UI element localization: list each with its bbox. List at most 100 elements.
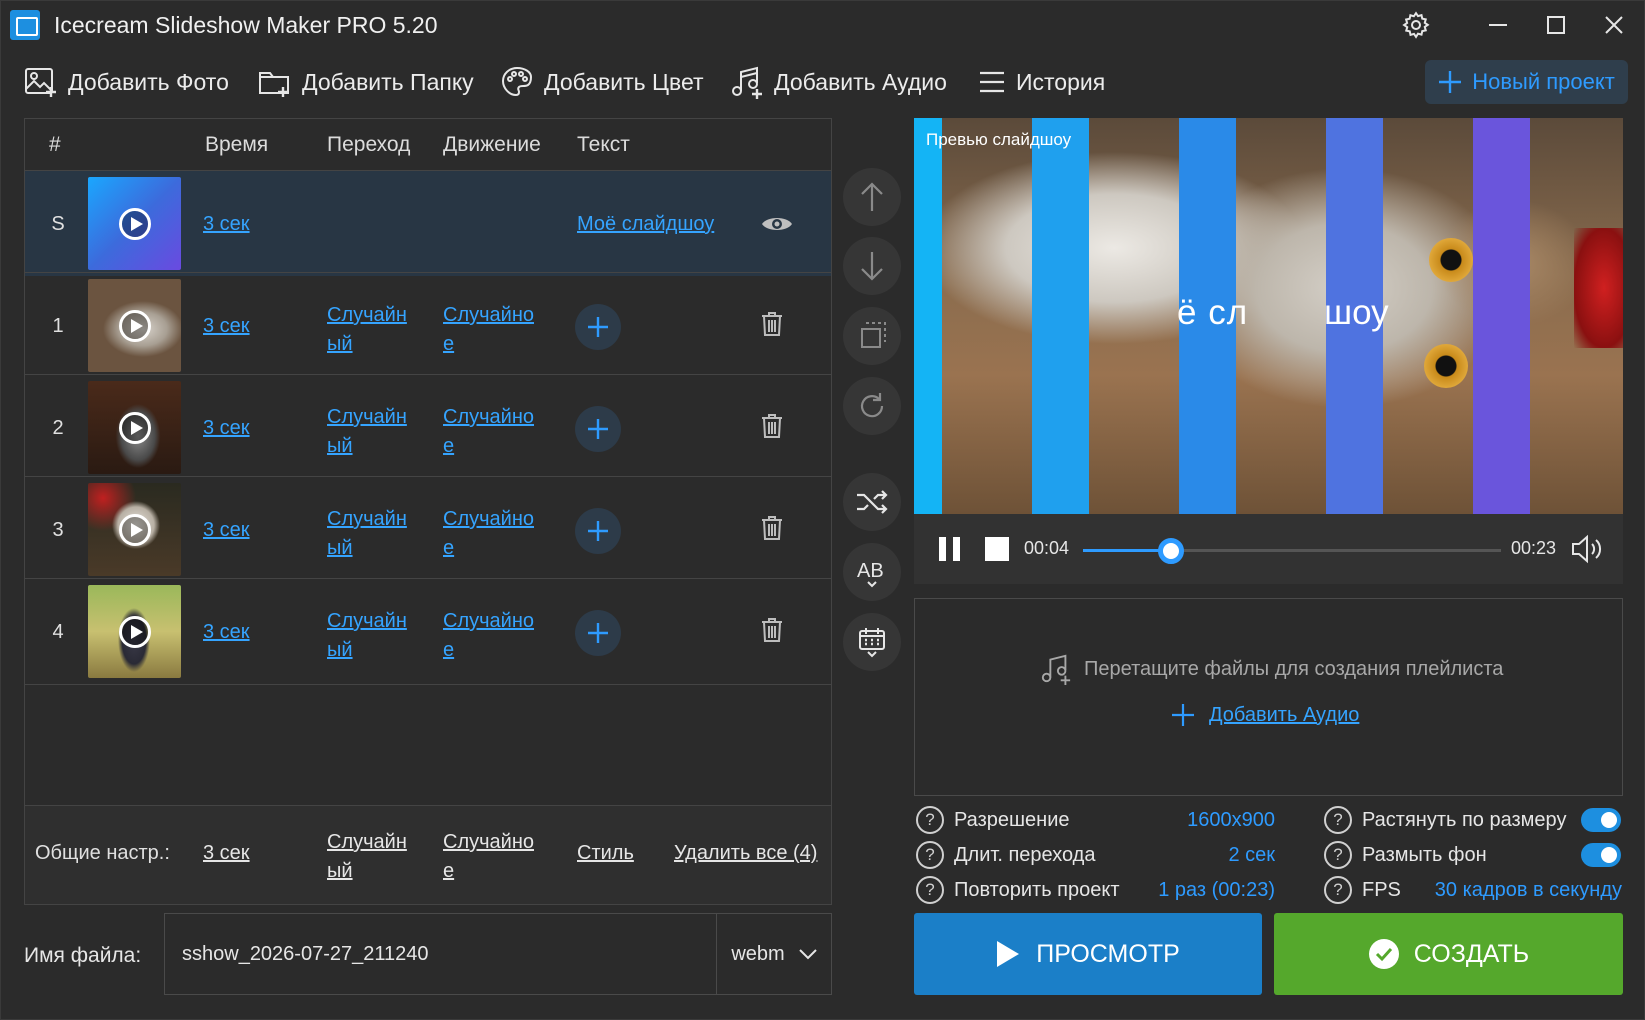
slide-thumbnail[interactable]: [88, 381, 181, 474]
slide-row[interactable]: 2 3 сек Случайн ый Случайно е: [25, 374, 831, 480]
transition-text[interactable]: Случайн: [327, 508, 407, 530]
text-style-button[interactable]: AB: [843, 543, 901, 601]
slide-transition-link[interactable]: Случайн ый: [327, 505, 419, 563]
help-icon[interactable]: ?: [1324, 806, 1352, 834]
delete-all-link[interactable]: Удалить все (4): [674, 842, 817, 865]
play-icon[interactable]: [119, 616, 151, 648]
eye-icon[interactable]: [761, 213, 793, 240]
style-link[interactable]: Стиль: [577, 842, 634, 865]
motion-text[interactable]: е: [443, 333, 454, 355]
motion-text[interactable]: е: [443, 860, 454, 882]
motion-text[interactable]: е: [443, 537, 454, 559]
history-button[interactable]: История: [978, 62, 1105, 102]
transition-text[interactable]: ый: [327, 639, 353, 661]
play-icon[interactable]: [119, 412, 151, 444]
slide-thumbnail[interactable]: [88, 279, 181, 372]
play-icon[interactable]: [119, 310, 151, 342]
calendar-button[interactable]: [843, 613, 901, 671]
trash-icon[interactable]: [761, 413, 783, 444]
shuffle-button[interactable]: [843, 473, 901, 531]
motion-text[interactable]: Случайно: [443, 304, 534, 326]
settings-gear-icon[interactable]: [1394, 6, 1438, 44]
slide-duration-link[interactable]: 3 сек: [203, 315, 250, 338]
slide-row[interactable]: 4 3 сек Случайн ый Случайно е: [25, 578, 831, 684]
add-text-button[interactable]: [575, 406, 621, 452]
transition-text[interactable]: ый: [327, 537, 353, 559]
rotate-button[interactable]: [843, 377, 901, 435]
help-icon[interactable]: ?: [916, 841, 944, 869]
add-audio-link[interactable]: Добавить Аудио: [1209, 704, 1359, 727]
seek-slider[interactable]: [1083, 538, 1501, 564]
transition-text[interactable]: Случайн: [327, 610, 407, 632]
add-photo-button[interactable]: Добавить Фото: [24, 62, 229, 102]
create-button[interactable]: СОЗДАТЬ: [1274, 913, 1623, 995]
title-slide-row[interactable]: S 3 сек Моё слайдшоу: [25, 170, 831, 276]
add-text-button[interactable]: [575, 304, 621, 350]
slide-motion-link[interactable]: Случайно е: [443, 607, 547, 665]
transition-text[interactable]: ый: [327, 333, 353, 355]
slideshow-preview[interactable]: ё сл шоу Превью слайдшоу: [914, 118, 1623, 514]
slide-row[interactable]: 3 3 сек Случайн ый Случайно е: [25, 476, 831, 582]
transition-text[interactable]: Случайн: [327, 831, 407, 853]
add-folder-button[interactable]: Добавить Папку: [258, 62, 474, 102]
crop-button[interactable]: [843, 307, 901, 365]
add-color-button[interactable]: Добавить Цвет: [500, 62, 704, 102]
trash-icon[interactable]: [761, 617, 783, 648]
preview-button[interactable]: ПРОСМОТР: [914, 913, 1262, 995]
volume-icon[interactable]: [1571, 534, 1605, 569]
help-icon[interactable]: ?: [1324, 876, 1352, 904]
slide-duration-link[interactable]: 3 сек: [203, 213, 250, 236]
fps-value[interactable]: 30 кадров в секунду: [1420, 879, 1622, 902]
general-transition-link[interactable]: Случайн ый: [327, 828, 407, 886]
move-up-button[interactable]: [843, 168, 901, 226]
slide-duration-link[interactable]: 3 сек: [203, 621, 250, 644]
pause-button[interactable]: [938, 536, 962, 567]
format-select[interactable]: webm: [716, 914, 831, 994]
add-audio-link-wrap[interactable]: Добавить Аудио: [1171, 703, 1359, 727]
trash-icon[interactable]: [761, 515, 783, 546]
slide-row[interactable]: 1 3 сек Случайн ый Случайно е: [25, 272, 831, 378]
transition-text[interactable]: ый: [327, 435, 353, 457]
general-motion-link[interactable]: Случайно е: [443, 828, 534, 886]
repeat-project-value[interactable]: 1 раз (00:23): [1140, 879, 1275, 902]
audio-drop-zone[interactable]: Перетащите файлы для создания плейлиста …: [914, 598, 1623, 796]
close-button[interactable]: [1592, 6, 1636, 44]
motion-text[interactable]: Случайно: [443, 831, 534, 853]
motion-text[interactable]: Случайно: [443, 610, 534, 632]
transition-text[interactable]: Случайн: [327, 406, 407, 428]
slide-transition-link[interactable]: Случайн ый: [327, 607, 419, 665]
help-icon[interactable]: ?: [1324, 841, 1352, 869]
resolution-value[interactable]: 1600x900: [1140, 809, 1275, 832]
slide-duration-link[interactable]: 3 сек: [203, 417, 250, 440]
motion-text[interactable]: Случайно: [443, 508, 534, 530]
stretch-toggle[interactable]: [1581, 808, 1621, 832]
slide-thumbnail[interactable]: [88, 585, 181, 678]
help-icon[interactable]: ?: [916, 876, 944, 904]
slide-motion-link[interactable]: Случайно е: [443, 403, 547, 461]
slide-motion-link[interactable]: Случайно е: [443, 301, 547, 359]
slide-transition-link[interactable]: Случайн ый: [327, 403, 419, 461]
add-text-button[interactable]: [575, 610, 621, 656]
general-duration-link[interactable]: 3 сек: [203, 842, 250, 865]
add-text-button[interactable]: [575, 508, 621, 554]
add-audio-button[interactable]: Добавить Аудио: [730, 62, 947, 102]
slide-transition-link[interactable]: Случайн ый: [327, 301, 419, 359]
motion-text[interactable]: е: [443, 639, 454, 661]
play-icon[interactable]: [119, 208, 151, 240]
new-project-button[interactable]: Новый проект: [1425, 60, 1628, 104]
transition-duration-value[interactable]: 2 сек: [1140, 844, 1275, 867]
transition-text[interactable]: ый: [327, 860, 353, 882]
trash-icon[interactable]: [761, 311, 783, 342]
move-down-button[interactable]: [843, 237, 901, 295]
motion-text[interactable]: е: [443, 435, 454, 457]
filename-input[interactable]: [165, 914, 715, 994]
minimize-button[interactable]: [1476, 6, 1520, 44]
slide-motion-link[interactable]: Случайно е: [443, 505, 547, 563]
stop-button[interactable]: [985, 537, 1009, 566]
blur-toggle[interactable]: [1581, 843, 1621, 867]
transition-text[interactable]: Случайн: [327, 304, 407, 326]
slide-duration-link[interactable]: 3 сек: [203, 519, 250, 542]
title-slide-thumbnail[interactable]: [88, 177, 181, 270]
help-icon[interactable]: ?: [916, 806, 944, 834]
slide-text-link[interactable]: Моё слайдшоу: [577, 213, 714, 236]
